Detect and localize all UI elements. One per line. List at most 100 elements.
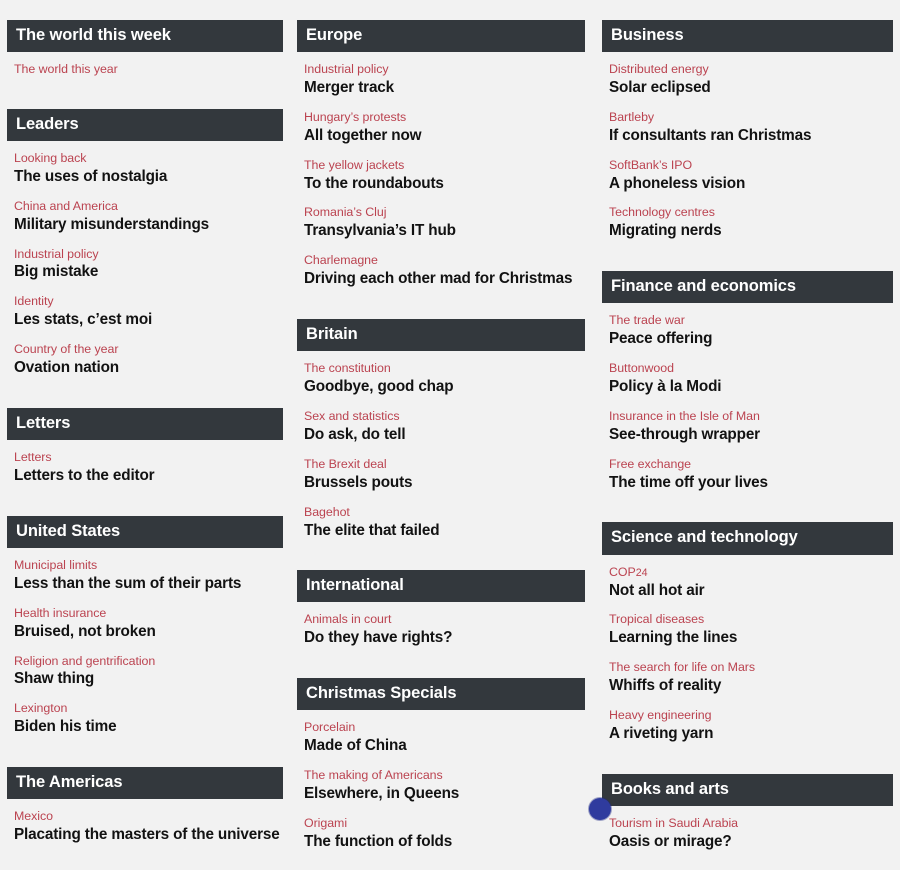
article-headline-link[interactable]: See-through wrapper (609, 426, 893, 445)
article-kicker-link[interactable]: Hungary’s protests (304, 110, 585, 126)
article-kicker-link[interactable]: Health insurance (14, 606, 283, 622)
article-headline-link[interactable]: Biden his time (14, 718, 283, 737)
article-kicker-link[interactable]: Porcelain (304, 720, 585, 736)
article-headline-link[interactable]: Oasis or mirage? (609, 833, 893, 852)
article-headline-link[interactable]: Made of China (304, 737, 585, 756)
article-kicker-link[interactable]: Letters (14, 450, 283, 466)
article-kicker-link[interactable]: Technology centres (609, 205, 893, 221)
article-entry: The yellow jackets To the roundabouts (304, 158, 585, 194)
article-headline-link[interactable]: Bruised, not broken (14, 623, 283, 642)
article-kicker-link[interactable]: The making of Americans (304, 768, 585, 784)
article-headline-link[interactable]: Ovation nation (14, 359, 283, 378)
article-headline-link[interactable]: Migrating nerds (609, 222, 893, 241)
article-kicker-link[interactable]: Charlemagne (304, 253, 585, 269)
article-entry: Insurance in the Isle of Man See-through … (609, 409, 893, 445)
article-kicker-link[interactable]: Industrial policy (14, 247, 283, 263)
article-kicker-link[interactable]: Heavy engineering (609, 708, 893, 724)
article-headline-link[interactable]: Letters to the editor (14, 467, 283, 486)
article-headline-link[interactable]: Do they have rights? (304, 629, 585, 648)
article-kicker-link[interactable]: Lexington (14, 701, 283, 717)
article-headline-link[interactable]: Transylvania’s IT hub (304, 222, 585, 241)
article-headline-link[interactable]: The elite that failed (304, 522, 585, 541)
article-kicker-link[interactable]: Religion and gentrification (14, 654, 283, 670)
article-kicker-link[interactable]: The world this year (14, 62, 283, 78)
article-kicker-link[interactable]: Animals in court (304, 612, 585, 628)
article-headline-link[interactable]: Policy à la Modi (609, 378, 893, 397)
section: Leaders Looking back The uses of nostalgia… (7, 108, 283, 394)
section: Business Distributed energy Solar eclipsed… (602, 19, 893, 258)
article-headline-link[interactable]: Les stats, c’est moi (14, 311, 283, 330)
article-entry: Bagehot The elite that failed (304, 505, 585, 541)
article-headline-link[interactable]: Less than the sum of their parts (14, 575, 283, 594)
article-headline-link[interactable]: Merger track (304, 79, 585, 98)
article-entry: Free exchange The time off your lives (609, 457, 893, 493)
article-kicker-link[interactable]: The Brexit deal (304, 457, 585, 473)
article-kicker-link[interactable]: The trade war (609, 313, 893, 329)
article-headline-link[interactable]: The uses of nostalgia (14, 168, 283, 187)
article-headline-link[interactable]: Shaw thing (14, 670, 283, 689)
article-kicker-link[interactable]: Bartleby (609, 110, 893, 126)
section: Finance and economics The trade war Peace … (602, 271, 893, 509)
article-headline-link[interactable]: The time off your lives (609, 474, 893, 493)
article-kicker-link[interactable]: Industrial policy (304, 62, 585, 78)
article-kicker-link[interactable]: The yellow jackets (304, 158, 585, 174)
article-kicker-link[interactable]: SoftBank’s IPO (609, 158, 893, 174)
article-headline-link[interactable]: Whiffs of reality (609, 677, 893, 696)
article-kicker-link[interactable]: Sex and statistics (304, 409, 585, 425)
article-headline-link[interactable]: If consultants ran Christmas (609, 127, 893, 146)
article-kicker-link[interactable]: Tropical diseases (609, 612, 893, 628)
article-kicker-link[interactable]: Mexico (14, 809, 283, 825)
article-headline-link[interactable]: To the roundabouts (304, 175, 585, 194)
article-kicker-link[interactable]: China and America (14, 199, 283, 215)
article-entry: Municipal limits Less than the sum of the… (14, 558, 283, 594)
article-headline-link[interactable]: Military misunderstandings (14, 216, 283, 235)
article-kicker-link[interactable]: Romania’s Cluj (304, 205, 585, 221)
section-header: Business (602, 19, 893, 52)
article-kicker-link[interactable]: The search for life on Mars (609, 660, 893, 676)
article-kicker-link[interactable]: Insurance in the Isle of Man (609, 409, 893, 425)
contents-grid: The world this week The world this year Le… (0, 0, 900, 870)
article-headline-link[interactable]: All together now (304, 127, 585, 146)
article-entry: Porcelain Made of China (304, 720, 585, 756)
article-entry: Heavy engineering A riveting yarn (609, 708, 893, 744)
section-header: Leaders (7, 108, 283, 141)
article-list: Mexico Placating the masters of the unive… (7, 809, 283, 861)
article-list: Letters Letters to the editor (7, 450, 283, 502)
article-headline-link[interactable]: Placating the masters of the universe (14, 826, 283, 845)
article-kicker-link[interactable]: COP24 (609, 565, 893, 581)
article-headline-link[interactable]: Solar eclipsed (609, 79, 893, 98)
article-list: Municipal limits Less than the sum of the… (7, 558, 283, 753)
article-kicker-link[interactable]: The constitution (304, 361, 585, 377)
article-kicker-link[interactable]: Identity (14, 294, 283, 310)
article-headline-link[interactable]: A phoneless vision (609, 175, 893, 194)
article-headline-link[interactable]: Learning the lines (609, 629, 893, 648)
article-headline-link[interactable]: Do ask, do tell (304, 426, 585, 445)
article-list: Animals in court Do they have rights? (297, 612, 585, 664)
article-kicker-link[interactable]: Free exchange (609, 457, 893, 473)
article-kicker-link[interactable]: Municipal limits (14, 558, 283, 574)
article-kicker-link[interactable]: Tourism in Saudi Arabia (609, 816, 893, 832)
article-headline-link[interactable]: The function of folds (304, 833, 585, 852)
article-kicker-link[interactable]: Country of the year (14, 342, 283, 358)
section-header: Britain (297, 318, 585, 352)
article-list: Distributed energy Solar eclipsed Bartleby… (602, 62, 893, 257)
article-kicker-link[interactable]: Bagehot (304, 505, 585, 521)
article-headline-link[interactable]: Goodbye, good chap (304, 378, 585, 397)
article-headline-link[interactable]: Big mistake (14, 263, 283, 282)
article-kicker-link[interactable]: Buttonwood (609, 361, 893, 377)
article-headline-link[interactable]: A riveting yarn (609, 725, 893, 744)
section: International Animals in court Do they hav… (297, 570, 585, 664)
article-headline-link[interactable]: Elsewhere, in Queens (304, 785, 585, 804)
article-entry: The world this year (14, 62, 283, 78)
article-list: Looking back The uses of nostalgia China a… (7, 151, 283, 394)
article-headline-link[interactable]: Not all hot air (609, 582, 893, 601)
article-entry: Tropical diseases Learning the lines (609, 612, 893, 648)
article-headline-link[interactable]: Driving each other mad for Christmas (304, 270, 585, 289)
blue-circle-badge-icon[interactable] (589, 798, 611, 820)
article-kicker-link[interactable]: Distributed energy (609, 62, 893, 78)
article-headline-link[interactable]: Peace offering (609, 330, 893, 349)
article-kicker-link[interactable]: Origami (304, 816, 585, 832)
article-kicker-link[interactable]: Looking back (14, 151, 283, 167)
article-entry: Lexington Biden his time (14, 701, 283, 737)
article-headline-link[interactable]: Brussels pouts (304, 474, 585, 493)
